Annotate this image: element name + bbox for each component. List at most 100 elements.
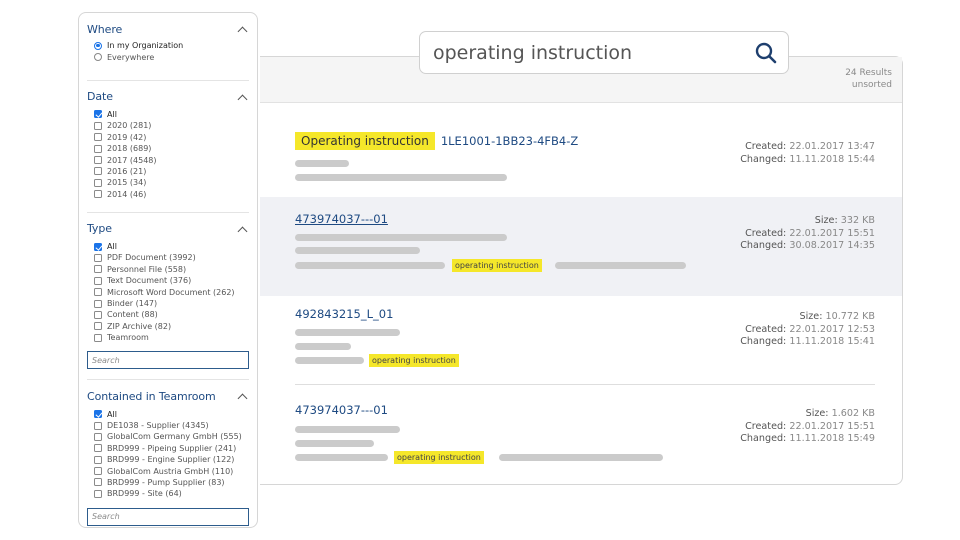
checkbox[interactable] [94, 121, 102, 130]
option-label: Text Document (376) [107, 276, 192, 286]
checkbox[interactable] [94, 167, 102, 176]
result-title[interactable]: 492843215_L_01 [295, 307, 393, 321]
checkbox[interactable] [94, 178, 102, 187]
placeholder-line [295, 329, 400, 336]
placeholder-line [295, 343, 351, 350]
checkbox-option[interactable]: GlobalCom Germany GmbH (555) [87, 431, 249, 442]
section-title: Type [87, 222, 112, 236]
checkbox[interactable] [94, 322, 102, 331]
filter-section-type: Type All PDF Document (3992) Personnel F… [87, 211, 249, 370]
checkbox-option[interactable]: 2014 (46) [87, 189, 249, 200]
checkbox-option[interactable]: DE1038 - Supplier (4345) [87, 420, 249, 431]
checkbox-option[interactable]: 2015 (34) [87, 177, 249, 188]
search-button[interactable] [754, 41, 778, 65]
filter-section-header[interactable]: Where [87, 19, 249, 39]
main-search-input[interactable] [433, 41, 748, 64]
option-label: Everywhere [107, 52, 155, 62]
checkbox-option[interactable]: Personnel File (558) [87, 264, 249, 275]
checkbox-option[interactable]: BRD999 - Pipeing Supplier (241) [87, 443, 249, 454]
checkbox-option[interactable]: 2017 (4548) [87, 154, 249, 165]
checkbox-option[interactable]: 2019 (42) [87, 132, 249, 143]
result-item[interactable]: Operating instruction 1LE1001-1BB23-4FB4-… [260, 104, 902, 197]
checkbox[interactable] [94, 276, 102, 285]
filter-section-header[interactable]: Date [87, 87, 249, 107]
option-label: 2020 (281) [107, 121, 152, 131]
option-label: GlobalCom Germany GmbH (555) [107, 432, 242, 442]
checkbox-option[interactable]: BRD999 - Engine Supplier (122) [87, 454, 249, 465]
result-title[interactable]: 473974037---01 [295, 212, 388, 226]
checkbox-option[interactable]: Binder (147) [87, 298, 249, 309]
checkbox[interactable] [94, 133, 102, 142]
placeholder-line [295, 174, 507, 181]
checkbox-option[interactable]: Microsoft Word Document (262) [87, 286, 249, 297]
option-label: 2015 (34) [107, 178, 147, 188]
chevron-up-icon[interactable] [237, 391, 247, 401]
checkbox[interactable] [94, 288, 102, 297]
checkbox[interactable] [94, 156, 102, 165]
checkbox-option[interactable]: 2020 (281) [87, 120, 249, 131]
checkbox[interactable] [94, 333, 102, 342]
checkbox[interactable] [94, 489, 102, 498]
checkbox-option[interactable]: 2016 (21) [87, 166, 249, 177]
placeholder-line [295, 247, 420, 254]
checkbox-option[interactable]: All [87, 241, 249, 252]
checkbox[interactable] [94, 144, 102, 153]
sort-status[interactable]: unsorted [845, 79, 892, 91]
placeholder-line [295, 160, 349, 167]
results-summary: 24 Results unsorted [845, 67, 892, 91]
result-title[interactable]: 473974037---01 [295, 403, 388, 417]
checkbox[interactable] [94, 467, 102, 476]
checkbox[interactable] [94, 432, 102, 441]
checkbox[interactable] [94, 310, 102, 319]
checkbox-option[interactable]: All [87, 408, 249, 419]
checkbox-option[interactable]: BRD999 - Pump Supplier (83) [87, 477, 249, 488]
checkbox[interactable] [94, 110, 102, 119]
highlighted-match: Operating instruction [295, 132, 435, 150]
checkbox[interactable] [94, 421, 102, 430]
result-title[interactable]: Operating instruction 1LE1001-1BB23-4FB4-… [295, 132, 578, 150]
radio-button[interactable] [94, 41, 102, 50]
checkbox-option[interactable]: PDF Document (3992) [87, 252, 249, 263]
chevron-up-icon[interactable] [237, 24, 247, 34]
chevron-up-icon[interactable] [237, 92, 247, 102]
checkbox-option[interactable]: Text Document (376) [87, 275, 249, 286]
checkbox[interactable] [94, 444, 102, 453]
created-label: Created: [745, 227, 787, 239]
created-label: Created: [745, 323, 787, 335]
checkbox-option[interactable]: ZIP Archive (82) [87, 321, 249, 332]
checkbox-option[interactable]: GlobalCom Austria GmbH (110) [87, 465, 249, 476]
size-label: Size: [814, 215, 838, 226]
option-label: BRD999 - Pump Supplier (83) [107, 477, 225, 487]
option-label: PDF Document (3992) [107, 253, 196, 263]
section-title: Date [87, 90, 113, 104]
teamroom-search-input[interactable] [87, 507, 249, 526]
result-item[interactable]: 473974037---01 operating instruction Siz… [260, 197, 902, 296]
radio-button[interactable] [94, 53, 102, 62]
checkbox[interactable] [94, 242, 102, 251]
checkbox[interactable] [94, 299, 102, 308]
checkbox-option[interactable]: 2018 (689) [87, 143, 249, 154]
checkbox[interactable] [94, 265, 102, 274]
size-value: 10.772 KB [825, 311, 876, 322]
checkbox[interactable] [94, 253, 102, 262]
filter-section-header[interactable]: Contained in Teamroom [87, 386, 249, 406]
checkbox-option[interactable]: Teamroom [87, 332, 249, 343]
chevron-up-icon[interactable] [237, 224, 247, 234]
radio-option[interactable]: Everywhere [87, 51, 249, 62]
checkbox-option[interactable]: All [87, 109, 249, 120]
filter-section-header[interactable]: Type [87, 219, 249, 239]
match-tag: operating instruction [369, 354, 459, 367]
type-search-input[interactable] [87, 351, 249, 370]
checkbox[interactable] [94, 478, 102, 487]
option-label: 2014 (46) [107, 189, 147, 199]
result-meta: Size: 10.772 KB Created: 22.01.2017 12:5… [740, 311, 875, 349]
radio-option[interactable]: In my Organization [87, 40, 249, 51]
checkbox[interactable] [94, 190, 102, 199]
checkbox-option[interactable]: BRD999 - Site (64) [87, 488, 249, 499]
checkbox[interactable] [94, 455, 102, 464]
result-item[interactable]: 473974037---01 operating instruction Siz… [260, 385, 902, 484]
checkbox-option[interactable]: Content (88) [87, 309, 249, 320]
result-title-text[interactable]: 1LE1001-1BB23-4FB4-Z [441, 134, 578, 148]
result-item[interactable]: 492843215_L_01 operating instruction Siz… [260, 296, 902, 385]
checkbox[interactable] [94, 410, 102, 419]
